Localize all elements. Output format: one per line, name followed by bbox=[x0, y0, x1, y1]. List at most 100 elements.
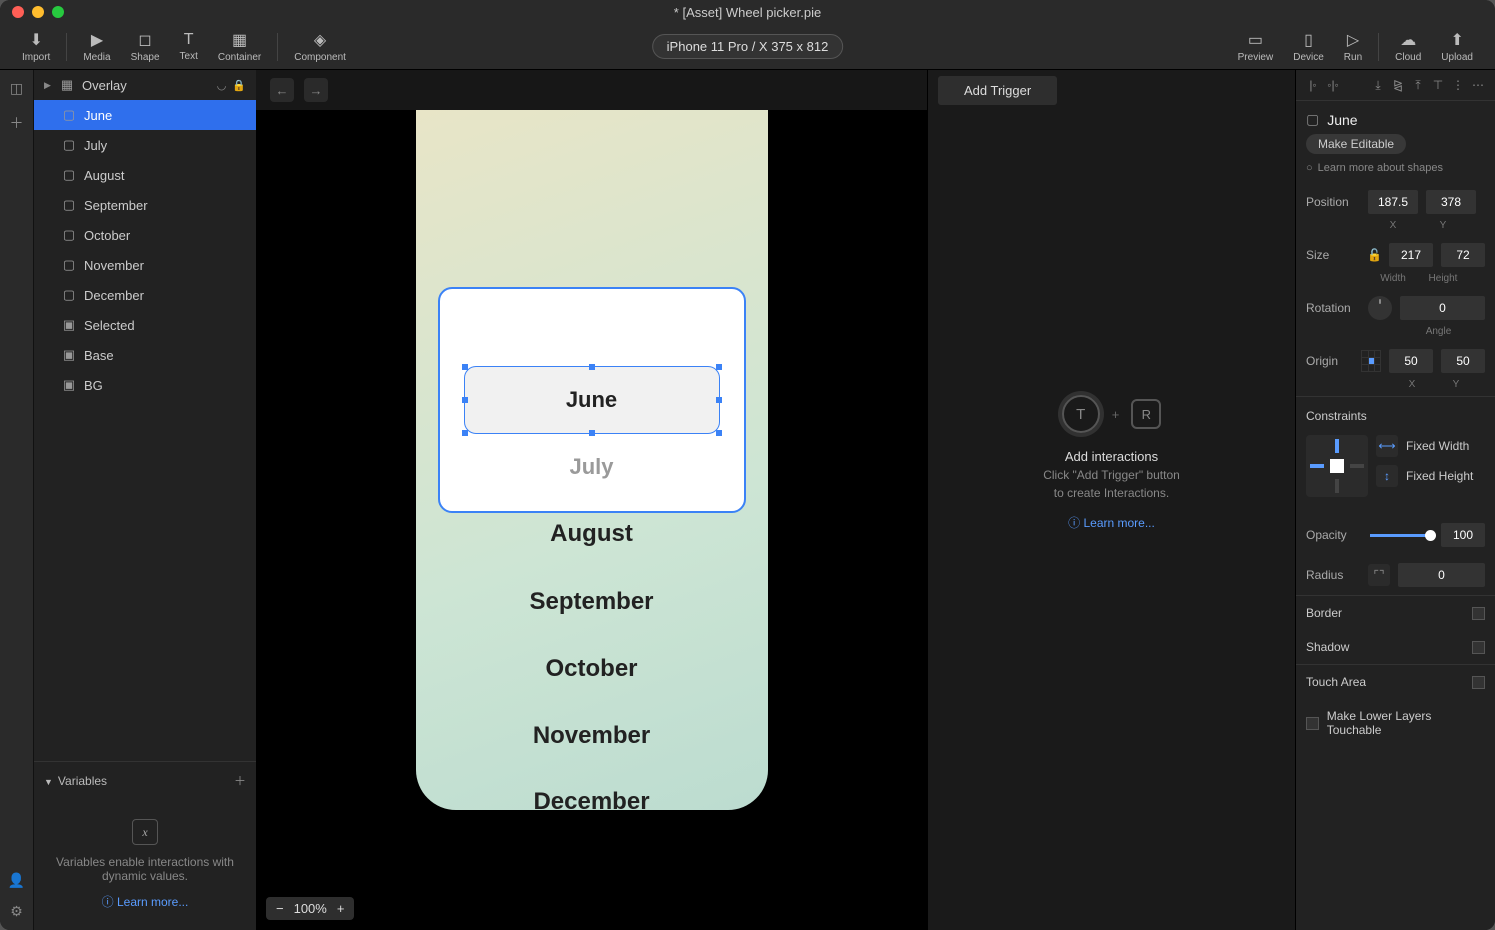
align-center-h-icon[interactable]: ◦|◦ bbox=[1324, 76, 1342, 94]
upload-button[interactable]: ⬆ Upload bbox=[1431, 30, 1483, 63]
variables-learn-more-link[interactable]: ⓘ Learn more... bbox=[54, 893, 236, 910]
origin-y-input[interactable] bbox=[1441, 349, 1485, 373]
layer-november[interactable]: ▢ November bbox=[34, 250, 256, 280]
constraints-picker[interactable] bbox=[1306, 435, 1368, 497]
cloud-button[interactable]: ☁ Cloud bbox=[1385, 30, 1431, 63]
canvas-text-july[interactable]: July bbox=[416, 454, 768, 480]
resize-handle-icon[interactable] bbox=[716, 364, 722, 370]
fixed-width-icon[interactable]: ⟷ bbox=[1376, 435, 1398, 457]
maximize-window-icon[interactable] bbox=[52, 6, 64, 18]
interactions-learn-more-link[interactable]: ⓘ Learn more... bbox=[1068, 514, 1155, 531]
resize-handle-icon[interactable] bbox=[589, 430, 595, 436]
layer-june[interactable]: ▢ June bbox=[34, 100, 256, 130]
nav-back-button[interactable]: ← bbox=[270, 78, 294, 102]
zoom-value[interactable]: 100% bbox=[294, 901, 327, 916]
rotation-dial[interactable] bbox=[1368, 296, 1392, 320]
component-icon: ◈ bbox=[314, 30, 326, 50]
zoom-in-button[interactable]: + bbox=[337, 901, 345, 916]
layer-selected[interactable]: ▣ Selected bbox=[34, 310, 256, 340]
align-center-icon[interactable]: ⧎ bbox=[1389, 76, 1407, 94]
align-right-edge-icon[interactable]: ⤒ bbox=[1409, 76, 1427, 94]
user-icon[interactable]: 👤 bbox=[8, 872, 25, 889]
add-trigger-button[interactable]: Add Trigger bbox=[938, 76, 1057, 105]
distribute-v-icon[interactable]: ⋯ bbox=[1469, 76, 1487, 94]
media-button[interactable]: ▶ Media bbox=[73, 30, 120, 63]
canvas-text-november[interactable]: November bbox=[416, 722, 768, 750]
left-rail: ◫ ＋ 👤 ⚙ bbox=[0, 70, 34, 930]
container-button[interactable]: ▦ Container bbox=[208, 30, 271, 63]
radius-icon[interactable]: ⌜⌝ bbox=[1368, 564, 1390, 586]
resize-handle-icon[interactable] bbox=[716, 430, 722, 436]
layer-bg[interactable]: ▣ BG bbox=[34, 370, 256, 400]
text-button[interactable]: T Text bbox=[170, 31, 208, 62]
response-icon[interactable]: R bbox=[1131, 399, 1161, 429]
resize-handle-icon[interactable] bbox=[589, 364, 595, 370]
distribute-h-icon[interactable]: ⋮ bbox=[1449, 76, 1467, 94]
minimize-window-icon[interactable] bbox=[32, 6, 44, 18]
resize-handle-icon[interactable] bbox=[462, 364, 468, 370]
import-button[interactable]: ⬇ Import bbox=[12, 30, 60, 63]
device-selector[interactable]: iPhone 11 Pro / X 375 x 812 bbox=[652, 34, 844, 59]
image-layer-icon: ▣ bbox=[62, 318, 76, 332]
learn-shapes-link[interactable]: ○Learn more about shapes bbox=[1296, 162, 1495, 184]
layer-december[interactable]: ▢ December bbox=[34, 280, 256, 310]
origin-x-input[interactable] bbox=[1389, 349, 1433, 373]
canvas-text-june[interactable]: June bbox=[416, 387, 768, 413]
canvas[interactable]: June July August September October Novem… bbox=[256, 110, 927, 930]
device-button[interactable]: ▯ Device bbox=[1283, 30, 1334, 63]
chevron-right-icon: ▶ bbox=[44, 80, 52, 91]
radius-input[interactable] bbox=[1398, 563, 1485, 587]
layer-july[interactable]: ▢ July bbox=[34, 130, 256, 160]
layer-september[interactable]: ▢ September bbox=[34, 190, 256, 220]
panel-toggle-icon[interactable]: ◫ bbox=[10, 80, 23, 97]
shape-layer-icon: ▢ bbox=[62, 228, 76, 242]
nav-forward-button[interactable]: → bbox=[304, 78, 328, 102]
cloud-icon: ☁ bbox=[1400, 30, 1416, 50]
chevron-down-icon[interactable]: ▼ bbox=[44, 777, 53, 787]
origin-picker[interactable] bbox=[1361, 350, 1381, 372]
lock-icon[interactable]: 🔒 bbox=[232, 79, 246, 92]
close-window-icon[interactable] bbox=[12, 6, 24, 18]
position-y-input[interactable] bbox=[1426, 190, 1476, 214]
shape-layer-icon: ▢ bbox=[62, 288, 76, 302]
shadow-toggle[interactable] bbox=[1472, 641, 1485, 654]
visibility-icon[interactable]: ◡ bbox=[217, 79, 227, 92]
align-top-icon[interactable]: ⊤ bbox=[1429, 76, 1447, 94]
canvas-text-december[interactable]: December bbox=[416, 788, 768, 816]
opacity-slider[interactable] bbox=[1370, 534, 1431, 537]
canvas-text-september[interactable]: September bbox=[416, 588, 768, 616]
zoom-out-button[interactable]: − bbox=[276, 901, 284, 916]
lower-layers-toggle[interactable] bbox=[1306, 717, 1319, 730]
align-left-edge-icon[interactable]: ⤓ bbox=[1369, 76, 1387, 94]
shape-layer-icon: ▢ bbox=[62, 108, 76, 122]
canvas-text-august[interactable]: August bbox=[416, 520, 768, 548]
rotation-input[interactable] bbox=[1400, 296, 1485, 320]
touch-area-toggle[interactable] bbox=[1472, 676, 1485, 689]
canvas-text-october[interactable]: October bbox=[416, 655, 768, 683]
add-variable-icon[interactable]: ＋ bbox=[234, 772, 246, 789]
layer-base[interactable]: ▣ Base bbox=[34, 340, 256, 370]
component-button[interactable]: ◈ Component bbox=[284, 30, 356, 63]
height-input[interactable] bbox=[1441, 243, 1485, 267]
top-toolbar: ⬇ Import ▶ Media ◻ Shape T Text ▦ Contai… bbox=[0, 24, 1495, 70]
interactions-panel: Add Trigger T + R Add interactions Click… bbox=[927, 70, 1295, 930]
make-editable-button[interactable]: Make Editable bbox=[1306, 134, 1406, 154]
opacity-input[interactable] bbox=[1441, 523, 1485, 547]
run-button[interactable]: ▷ Run bbox=[1334, 30, 1372, 63]
fixed-height-icon[interactable]: ↕ bbox=[1376, 465, 1398, 487]
layer-type-icon: ▢ bbox=[1306, 111, 1319, 128]
size-lock-icon[interactable]: 🔓 bbox=[1367, 248, 1381, 262]
align-left-icon[interactable]: |◦ bbox=[1304, 76, 1322, 94]
settings-icon[interactable]: ⚙ bbox=[10, 903, 23, 920]
layer-october[interactable]: ▢ October bbox=[34, 220, 256, 250]
shape-button[interactable]: ◻ Shape bbox=[121, 30, 170, 63]
add-page-icon[interactable]: ＋ bbox=[10, 113, 24, 133]
border-toggle[interactable] bbox=[1472, 607, 1485, 620]
width-input[interactable] bbox=[1389, 243, 1433, 267]
position-x-input[interactable] bbox=[1368, 190, 1418, 214]
preview-button[interactable]: ▭ Preview bbox=[1228, 30, 1284, 63]
layer-august[interactable]: ▢ August bbox=[34, 160, 256, 190]
layer-overlay[interactable]: ▶ ▦ Overlay ◡ 🔒 bbox=[34, 70, 256, 100]
resize-handle-icon[interactable] bbox=[462, 430, 468, 436]
trigger-icon[interactable]: T bbox=[1062, 395, 1100, 433]
